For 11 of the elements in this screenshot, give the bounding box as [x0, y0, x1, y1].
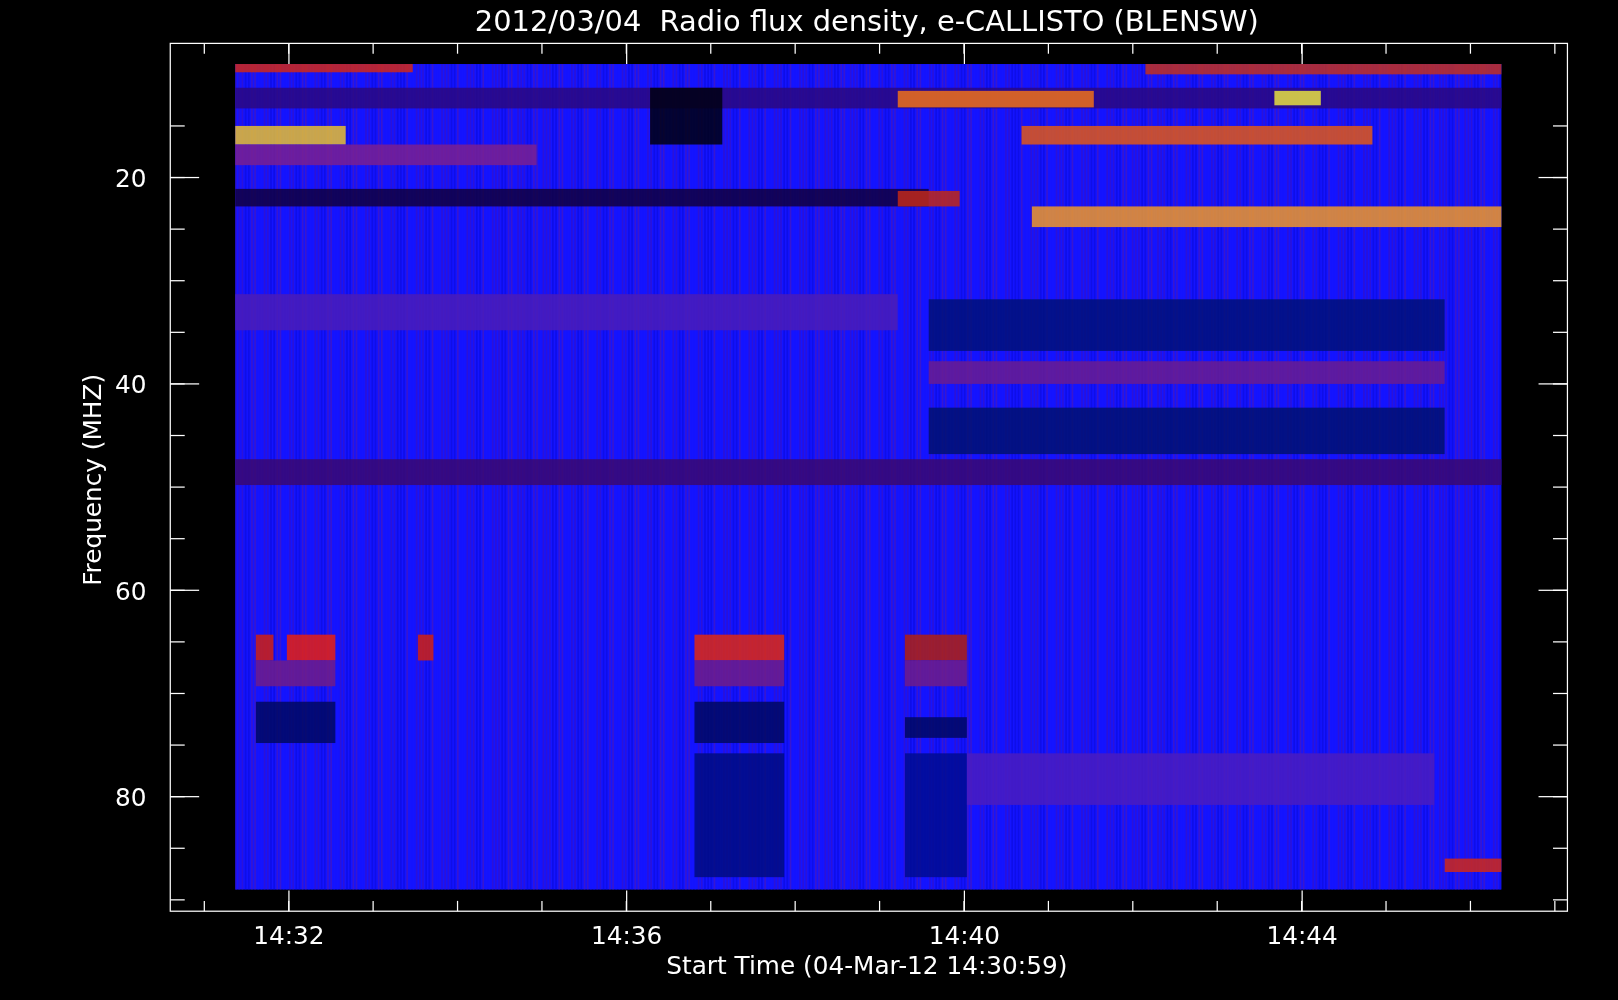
- x-tick-label: 14:44: [1266, 921, 1338, 951]
- y-axis-label: Frequency (MHZ): [78, 373, 108, 586]
- x-tick-label: 14:40: [928, 921, 1001, 951]
- x-tick-label: 14:32: [253, 921, 325, 951]
- y-tick-label: 60: [115, 576, 147, 606]
- x-tick-label: 14:36: [591, 921, 663, 951]
- y-tick-label: 80: [115, 782, 147, 812]
- x-axis-label: Start Time (04-Mar-12 14:30:59): [666, 951, 1068, 981]
- y-tick-label: 40: [115, 370, 147, 400]
- chart-title: 2012/03/04 Radio flux density, e-CALLISTO (BLENSW): [474, 4, 1259, 38]
- y-tick-label: 20: [115, 163, 147, 193]
